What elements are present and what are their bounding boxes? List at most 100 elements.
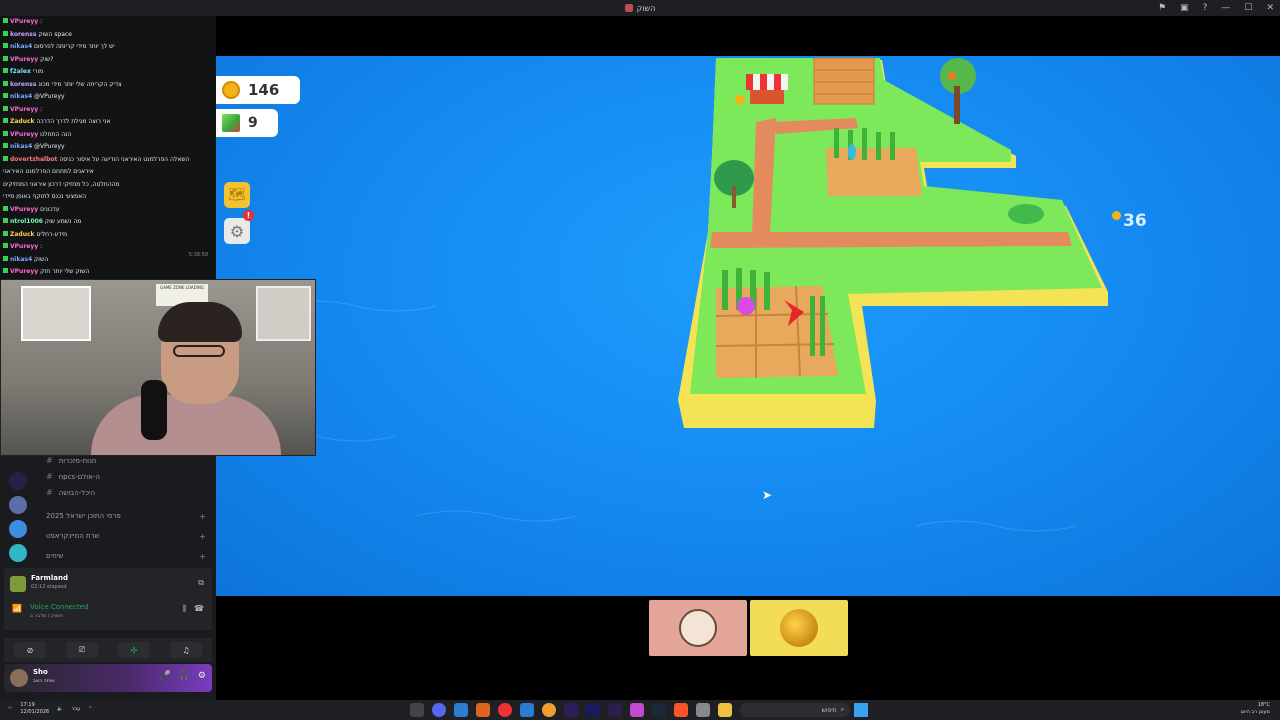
- volume-icon[interactable]: 🔈: [57, 706, 63, 712]
- chat-username[interactable]: nikas4: [10, 93, 32, 100]
- chat-username[interactable]: nikas4: [10, 43, 32, 50]
- chat-username[interactable]: VPureyy: [10, 131, 38, 138]
- channel-item[interactable]: # חנות-מזכרות: [46, 456, 96, 465]
- taskbar-search[interactable]: חיפוש ⌕: [740, 703, 850, 717]
- file-explorer-app[interactable]: [718, 703, 732, 717]
- screen-share-button[interactable]: ⎚: [66, 642, 98, 658]
- mic-icon[interactable]: 🎤: [159, 671, 170, 681]
- server-icon[interactable]: [9, 544, 27, 562]
- chat-message: VPureyy הנה התחלנו: [0, 129, 216, 142]
- soundboard-button[interactable]: ♫: [170, 642, 202, 658]
- chat-message: VPureyy שוק?: [0, 54, 216, 67]
- chat-username[interactable]: korenss: [10, 81, 36, 88]
- taskbar-app[interactable]: [476, 703, 490, 717]
- server-icon[interactable]: [9, 520, 27, 538]
- chat-message: korenss השוק space: [0, 29, 216, 42]
- help-icon[interactable]: ?: [1203, 3, 1208, 13]
- taskbar-app[interactable]: [498, 703, 512, 717]
- chat-username[interactable]: VPureyy: [10, 268, 38, 275]
- language-indicator[interactable]: עבר: [71, 706, 80, 712]
- chat-username[interactable]: VPureyy: [10, 18, 38, 25]
- clock-date: 12/01/2026: [20, 709, 50, 715]
- badge-icon: [3, 105, 8, 111]
- noise-suppression-icon[interactable]: ⫼: [182, 604, 186, 614]
- map-icon[interactable]: 🗺: [224, 182, 250, 208]
- server-icon[interactable]: [9, 496, 27, 514]
- headphones-icon[interactable]: 🎧: [179, 671, 190, 681]
- add-channel-icon[interactable]: +: [199, 512, 206, 521]
- taskbar-app[interactable]: [454, 703, 468, 717]
- chat-message: nikas4 @VPureyy: [0, 141, 216, 154]
- chat-username[interactable]: Zaduck: [10, 231, 35, 238]
- game-letterbox-bottom: [216, 596, 1280, 700]
- chat-text: אני רוצה מגילת לדרך הדרכה: [36, 118, 111, 125]
- channel-item[interactable]: # npcs-ה-אולם: [46, 472, 100, 481]
- taskbar-app[interactable]: [630, 703, 644, 717]
- taskbar-app[interactable]: [696, 703, 710, 717]
- chat-username[interactable]: ntrol1006: [10, 218, 43, 225]
- taskbar-app[interactable]: [520, 703, 534, 717]
- category-item[interactable]: שיחים: [46, 552, 63, 560]
- avatar[interactable]: [10, 669, 28, 687]
- chat-message: האמצעי נכנס לתוקף באופן מיידי: [0, 191, 216, 204]
- chat-text: :: [40, 18, 43, 25]
- chat-username[interactable]: VPureyy: [10, 206, 38, 213]
- chat-text: הנה התחלנו: [40, 130, 72, 138]
- discord-app[interactable]: [432, 703, 446, 717]
- clock[interactable]: 17:19 12/01/2026: [20, 702, 49, 716]
- coin-reward-button[interactable]: [750, 600, 848, 656]
- gear-icon[interactable]: ⚙: [224, 218, 250, 244]
- weather-desc: מעונן רב היום: [1240, 709, 1270, 715]
- search-icon: ⌕: [840, 706, 844, 713]
- maximize-button[interactable]: ☐: [1244, 3, 1252, 13]
- taskbar-app[interactable]: [542, 703, 556, 717]
- chat-username[interactable]: dovertzhalbot: [10, 156, 57, 163]
- start-button[interactable]: [854, 703, 868, 717]
- disconnect-icon[interactable]: ☎: [194, 604, 204, 614]
- category-item[interactable]: שרת המיינקראפט: [46, 532, 100, 540]
- brave-app[interactable]: [674, 703, 688, 717]
- steam-app[interactable]: [652, 703, 666, 717]
- chat-username[interactable]: VPureyy: [10, 243, 38, 250]
- add-channel-icon[interactable]: +: [199, 552, 206, 561]
- character-reward-button[interactable]: [649, 600, 747, 656]
- photoshop-app[interactable]: [564, 703, 578, 717]
- server-icon-premiere[interactable]: [9, 472, 27, 490]
- chat-username[interactable]: Zaduck: [10, 118, 35, 125]
- chat-username[interactable]: nikas4: [10, 143, 32, 150]
- camera-off-button[interactable]: ⊘: [14, 642, 46, 658]
- picture-in-picture-icon[interactable]: ▣: [1180, 3, 1189, 13]
- floating-reward-value: 36: [1123, 211, 1147, 231]
- chat-username[interactable]: VPureyy: [10, 56, 38, 63]
- after-effects-app[interactable]: [586, 703, 600, 717]
- chat-username[interactable]: f2alex: [10, 68, 31, 75]
- taskbar-app[interactable]: [410, 703, 424, 717]
- add-channel-icon[interactable]: +: [199, 532, 206, 541]
- game-viewport[interactable]: 146 9 🗺 ⚙ ! 36: [216, 56, 1280, 596]
- chat-username[interactable]: VPureyy: [10, 106, 38, 113]
- badge-icon: [3, 130, 8, 136]
- settings-icon[interactable]: ⚙: [198, 671, 206, 681]
- chevron-up-icon[interactable]: ⌃: [88, 706, 92, 712]
- badge-icon: [3, 268, 8, 273]
- category-item[interactable]: פרסי התוכן ישראל 2025: [46, 512, 121, 520]
- premiere-app[interactable]: [608, 703, 622, 717]
- pin-icon[interactable]: ⚑: [1158, 3, 1166, 13]
- webcam-window: [21, 286, 91, 341]
- chat-text: מורי: [32, 68, 44, 75]
- game-letterbox-top: [216, 16, 1280, 56]
- wifi-icon[interactable]: ◠: [8, 706, 12, 712]
- stream-chat: VPureyy : korenss השוק space nikas4 יש לך …: [0, 16, 216, 280]
- close-button[interactable]: ✕: [1266, 3, 1274, 13]
- voice-channel-label[interactable]: השוק / מדבר ב: [30, 613, 63, 619]
- chat-username[interactable]: nikas4: [10, 256, 32, 263]
- taskbar-system-tray: ◠ 17:19 12/01/2026 🔈 עבר ⌃: [8, 702, 92, 716]
- chat-username[interactable]: korenss: [10, 31, 36, 38]
- activities-button[interactable]: ✣: [118, 642, 150, 658]
- activity-menu-icon[interactable]: ⧉: [198, 578, 204, 588]
- minimize-button[interactable]: —: [1221, 3, 1230, 13]
- username: Sho: [33, 668, 48, 676]
- weather-widget[interactable]: 18°C מעונן רב היום: [1241, 702, 1270, 716]
- hash-icon: #: [46, 456, 53, 465]
- channel-item[interactable]: # היכל-הבושה: [46, 488, 95, 497]
